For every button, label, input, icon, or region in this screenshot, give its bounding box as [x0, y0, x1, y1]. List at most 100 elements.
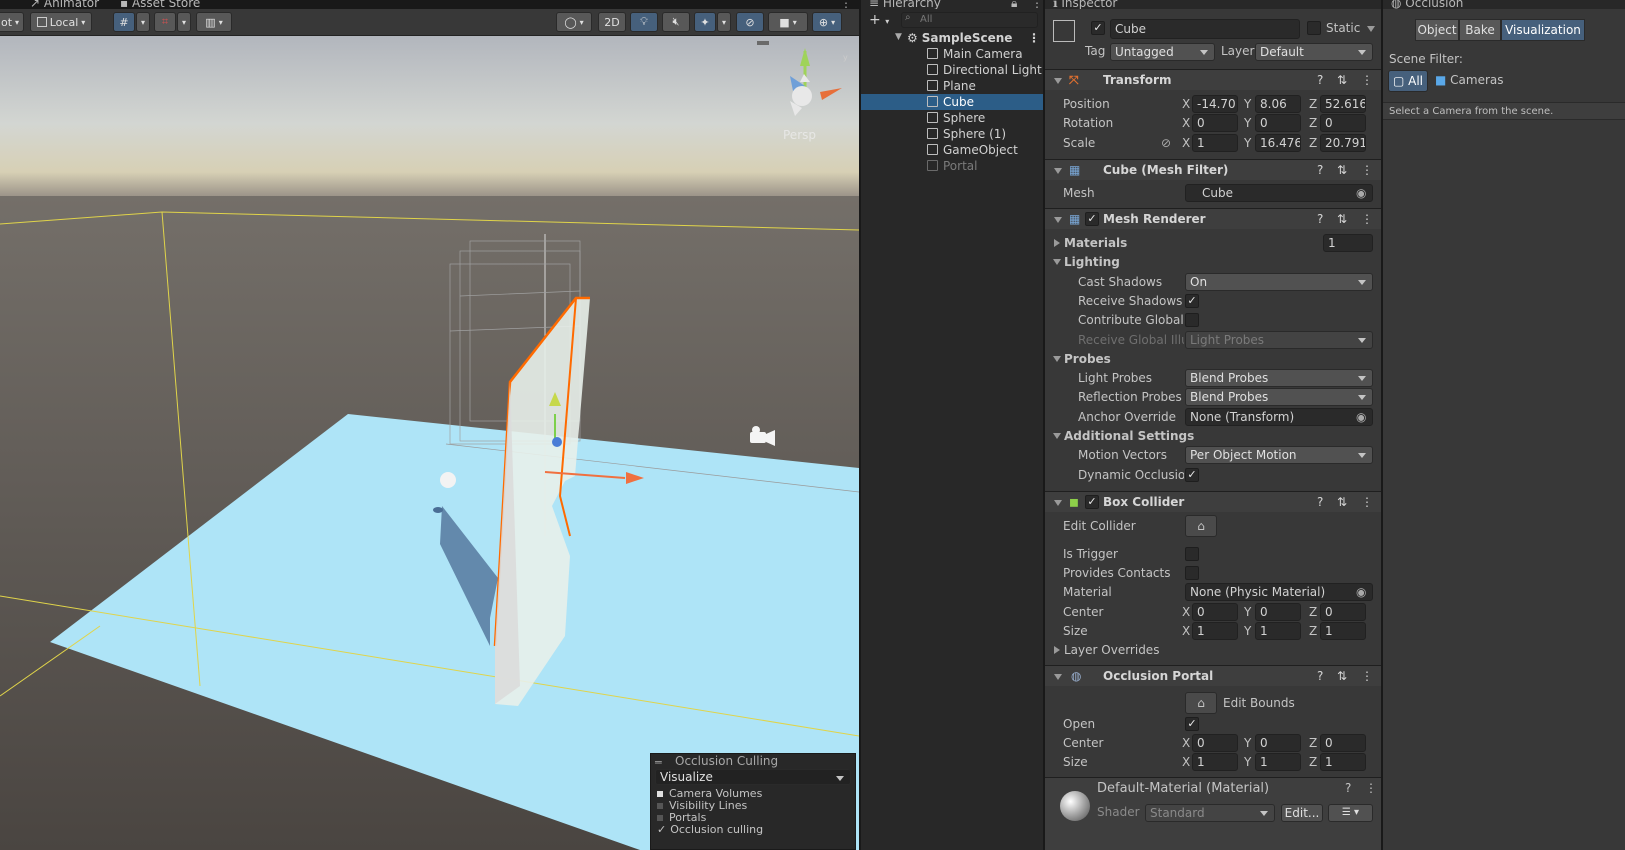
collider-material-field[interactable]: None (Physic Material) — [1185, 583, 1373, 601]
component-menu-icon[interactable]: ⋮ — [1361, 666, 1373, 687]
scene-filter-cameras-button[interactable]: ■ Cameras — [1435, 73, 1504, 87]
occlusion-object-tab[interactable]: Object — [1415, 19, 1459, 41]
active-checkbox[interactable]: ✓ — [1091, 21, 1105, 35]
lighting-row[interactable]: Lighting — [1045, 252, 1381, 272]
hierarchy-item-sphere[interactable]: Sphere — [861, 110, 1043, 126]
hierarchy-lock-icon[interactable]: 🔒︎ — [1011, 0, 1017, 9]
create-add-button[interactable]: + ▾ — [869, 12, 889, 28]
camera-settings-icon[interactable]: ■ ▾ — [768, 12, 808, 32]
snap-dropdown-icon[interactable]: ▾ — [177, 12, 191, 32]
rotation-x-field[interactable]: 0 — [1192, 114, 1238, 132]
mesh-renderer-enabled-checkbox[interactable]: ✓ — [1085, 212, 1099, 226]
hierarchy-item-cube[interactable]: Cube — [861, 94, 1043, 110]
help-icon[interactable]: ? — [1317, 492, 1323, 513]
component-menu-icon[interactable]: ⋮ — [1365, 781, 1377, 795]
mesh-filter-header[interactable]: ▦ Cube (Mesh Filter) ? ⇅ ⋮ — [1045, 159, 1381, 180]
occlusion-bake-tab[interactable]: Bake — [1459, 19, 1501, 41]
scene-menu-icon[interactable]: ⋮ — [1028, 30, 1040, 46]
portal-center-x[interactable]: 0 — [1192, 734, 1238, 752]
material-sphere-preview[interactable] — [1060, 791, 1090, 821]
hierarchy-tab[interactable]: ≡ Hierarchy — [869, 0, 941, 9]
visualize-dropdown[interactable]: Visualize — [655, 769, 851, 785]
help-icon[interactable]: ? — [1317, 666, 1323, 687]
grid-dropdown-icon[interactable]: ▾ — [136, 12, 150, 32]
hierarchy-search-input[interactable]: All — [901, 12, 1038, 28]
increment-snap-icon[interactable]: ⌗ — [154, 12, 176, 32]
gizmos-icon[interactable]: ⊕ ▾ — [812, 12, 842, 32]
hierarchy-item-main-camera[interactable]: Main Camera — [861, 46, 1043, 62]
box-collider-header[interactable]: ◼ ✓ Box Collider ? ⇅ ⋮ — [1045, 491, 1381, 512]
hidden-objects-icon[interactable]: ⊘ — [736, 12, 764, 32]
hierarchy-item-directional-light[interactable]: Directional Light — [861, 62, 1043, 78]
layer-overrides-row[interactable]: Layer Overrides — [1045, 640, 1381, 660]
help-icon[interactable]: ? — [1317, 209, 1323, 230]
mesh-object-field[interactable]: Cube — [1185, 184, 1373, 202]
draw-mode-dropdown[interactable]: ◯ ▾ — [556, 12, 592, 32]
mesh-renderer-header[interactable]: ▦ ✓ Mesh Renderer ? ⇅ ⋮ — [1045, 208, 1381, 229]
local-dropdown[interactable]: Local ▾ — [30, 12, 92, 32]
scale-z-field[interactable]: 20.791 — [1320, 134, 1366, 152]
component-menu-icon[interactable]: ⋮ — [1361, 70, 1373, 91]
light-probes-dropdown[interactable]: Blend Probes — [1185, 369, 1373, 387]
help-icon[interactable]: ? — [1317, 70, 1323, 91]
presets-icon[interactable]: ⇅ — [1337, 209, 1347, 230]
animator-tab[interactable]: ↗ Animator — [30, 0, 99, 9]
object-picker-icon[interactable]: ◉ — [1356, 582, 1366, 602]
anchor-override-field[interactable]: None (Transform) — [1185, 408, 1373, 426]
collider-center-x[interactable]: 0 — [1192, 603, 1238, 621]
tag-dropdown[interactable]: Untagged — [1110, 43, 1215, 61]
more-menu-icon[interactable]: ⋮ — [840, 0, 852, 9]
collider-size-z[interactable]: 1 — [1320, 622, 1366, 640]
inspector-tab[interactable]: ℹ Inspector — [1053, 0, 1117, 9]
edit-collider-button[interactable]: ⌂ — [1185, 515, 1217, 537]
box-collider-enabled-checkbox[interactable]: ✓ — [1085, 495, 1099, 509]
overlay-grip-icon[interactable]: ═ — [655, 756, 662, 769]
additional-settings-row[interactable]: Additional Settings — [1045, 426, 1381, 446]
provides-contacts-checkbox[interactable] — [1185, 566, 1199, 580]
collider-size-x[interactable]: 1 — [1192, 622, 1238, 640]
shader-options-icon[interactable]: ☰ ▾ — [1328, 804, 1373, 822]
collider-center-y[interactable]: 0 — [1255, 603, 1301, 621]
occlusion-culling-option[interactable]: ✓ Occlusion culling — [657, 824, 763, 836]
receive-shadows-checkbox[interactable]: ✓ — [1185, 294, 1199, 308]
component-menu-icon[interactable]: ⋮ — [1361, 160, 1373, 181]
pivot-dropdown[interactable]: ot ▾ — [0, 12, 24, 32]
contribute-gi-checkbox[interactable] — [1185, 313, 1199, 327]
position-y-field[interactable]: 8.06 — [1255, 95, 1301, 113]
portal-center-z[interactable]: 0 — [1320, 734, 1366, 752]
mode-2d-button[interactable]: 2D — [598, 12, 626, 32]
portal-open-checkbox[interactable]: ✓ — [1185, 717, 1199, 731]
probes-row[interactable]: Probes — [1045, 349, 1381, 369]
rotation-z-field[interactable]: 0 — [1320, 114, 1366, 132]
constrain-proportions-icon[interactable]: ⊘ — [1161, 133, 1171, 153]
transform-header[interactable]: ⤧ Transform ? ⇅ ⋮ — [1045, 69, 1381, 90]
scene-root-row[interactable]: ▼ ⚙︎ SampleScene ⋮ — [861, 30, 1043, 46]
materials-count-field[interactable]: 1 — [1323, 234, 1373, 252]
presets-icon[interactable]: ⇅ — [1337, 492, 1347, 513]
position-x-field[interactable]: -14.70 — [1192, 95, 1238, 113]
scale-y-field[interactable]: 16.476 — [1255, 134, 1301, 152]
hierarchy-item-sphere-1[interactable]: Sphere (1) — [861, 126, 1043, 142]
help-icon[interactable]: ? — [1345, 781, 1351, 795]
collider-center-z[interactable]: 0 — [1320, 603, 1366, 621]
persp-label[interactable]: Persp — [783, 128, 816, 142]
motion-vectors-dropdown[interactable]: Per Object Motion — [1185, 446, 1373, 464]
z-axis-handle[interactable] — [552, 437, 562, 447]
align-icon[interactable]: ▥ ▾ — [196, 12, 232, 32]
is-trigger-checkbox[interactable] — [1185, 547, 1199, 561]
rotation-y-field[interactable]: 0 — [1255, 114, 1301, 132]
static-dropdown-icon[interactable] — [1367, 26, 1375, 32]
portal-size-z[interactable]: 1 — [1320, 753, 1366, 771]
shader-dropdown[interactable]: Standard — [1145, 804, 1275, 822]
object-picker-icon[interactable]: ◉ — [1356, 183, 1366, 203]
portal-size-y[interactable]: 1 — [1255, 753, 1301, 771]
portal-center-y[interactable]: 0 — [1255, 734, 1301, 752]
scene-viewport[interactable]: y Persp — [0, 36, 859, 850]
hierarchy-item-portal[interactable]: Portal — [861, 158, 1043, 174]
edit-shader-button[interactable]: Edit... — [1281, 804, 1323, 822]
hierarchy-item-gameobject[interactable]: GameObject — [861, 142, 1043, 158]
occlusion-portal-header[interactable]: ◍ Occlusion Portal ? ⇅ ⋮ — [1045, 665, 1381, 686]
cast-shadows-dropdown[interactable]: On — [1185, 273, 1373, 291]
presets-icon[interactable]: ⇅ — [1337, 160, 1347, 181]
presets-icon[interactable]: ⇅ — [1337, 666, 1347, 687]
